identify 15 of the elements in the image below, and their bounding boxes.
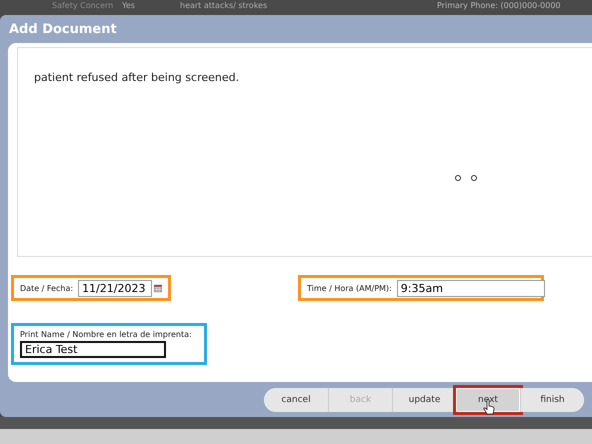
dialog-title: Add Document <box>8 21 118 39</box>
note-text: patient refused after being screened. <box>34 71 240 84</box>
background-value: Yes <box>122 1 135 10</box>
input-field[interactable]: 9:35am <box>396 280 545 296</box>
background-text: Primary Phone: (000)000-0000 <box>437 1 561 10</box>
field-label: Print Name / Nombre en letra de imprenta: <box>20 330 192 339</box>
input-field[interactable]: Erica Test <box>20 341 166 358</box>
field-label: Time / Hora (AM/PM): <box>307 284 392 292</box>
notes-area[interactable]: patient refused after being screened. <box>17 47 592 257</box>
field-label: Date / Fecha: <box>20 284 74 292</box>
loading-dots-icon <box>454 174 478 182</box>
input-field[interactable]: 11/21/2023 <box>78 280 152 296</box>
background-text: heart attacks/ strokes <box>180 1 268 10</box>
background-label: Safety Concern <box>52 1 114 10</box>
dialog-button[interactable]: finish <box>520 388 584 412</box>
